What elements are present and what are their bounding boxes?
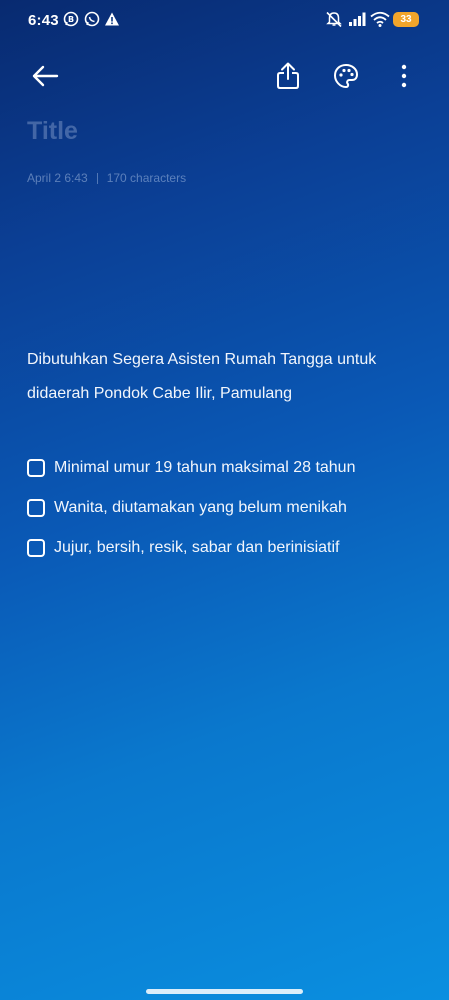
svg-text:B: B: [68, 15, 74, 24]
whatsapp-business-icon: B: [63, 11, 79, 32]
checklist-item-label[interactable]: Wanita, diutamakan yang belum menikah: [54, 499, 347, 517]
checkbox[interactable]: [27, 459, 45, 477]
checklist-item-label[interactable]: Jujur, bersih, resik, sabar dan berinisi…: [54, 539, 339, 557]
theme-button[interactable]: [326, 58, 366, 98]
wifi-icon: [370, 11, 390, 32]
note-meta: April 2 6:43 170 characters: [27, 171, 186, 185]
checklist: Minimal umur 19 tahun maksimal 28 tahun …: [27, 448, 427, 568]
back-button[interactable]: [25, 58, 65, 98]
back-arrow-icon: [31, 65, 59, 92]
palette-icon: [333, 63, 359, 94]
note-date: April 2 6:43: [27, 171, 88, 185]
signal-icon: [348, 11, 366, 32]
note-char-count: 170 characters: [106, 171, 187, 185]
checkbox[interactable]: [27, 539, 45, 557]
checklist-item[interactable]: Wanita, diutamakan yang belum menikah: [27, 488, 427, 528]
share-button[interactable]: [268, 58, 308, 98]
share-icon: [276, 62, 300, 95]
note-title-input[interactable]: Title: [27, 117, 78, 146]
home-indicator[interactable]: [146, 989, 303, 994]
whatsapp-icon: [84, 11, 100, 32]
checklist-item-label[interactable]: Minimal umur 19 tahun maksimal 28 tahun: [54, 459, 355, 477]
status-bar: 6:43 B 33: [0, 0, 449, 40]
status-time: 6:43: [28, 12, 59, 29]
more-options-button[interactable]: [384, 58, 424, 98]
note-body[interactable]: Dibutuhkan Segera Asisten Rumah Tangga u…: [27, 343, 427, 411]
checkbox[interactable]: [27, 499, 45, 517]
mute-icon: [325, 11, 343, 33]
battery-icon: 33: [393, 12, 419, 27]
checklist-item[interactable]: Minimal umur 19 tahun maksimal 28 tahun: [27, 448, 427, 488]
warning-icon: [104, 11, 120, 32]
checklist-item[interactable]: Jujur, bersih, resik, sabar dan berinisi…: [27, 528, 427, 568]
more-vert-icon: [401, 64, 407, 93]
meta-divider: [96, 172, 98, 184]
